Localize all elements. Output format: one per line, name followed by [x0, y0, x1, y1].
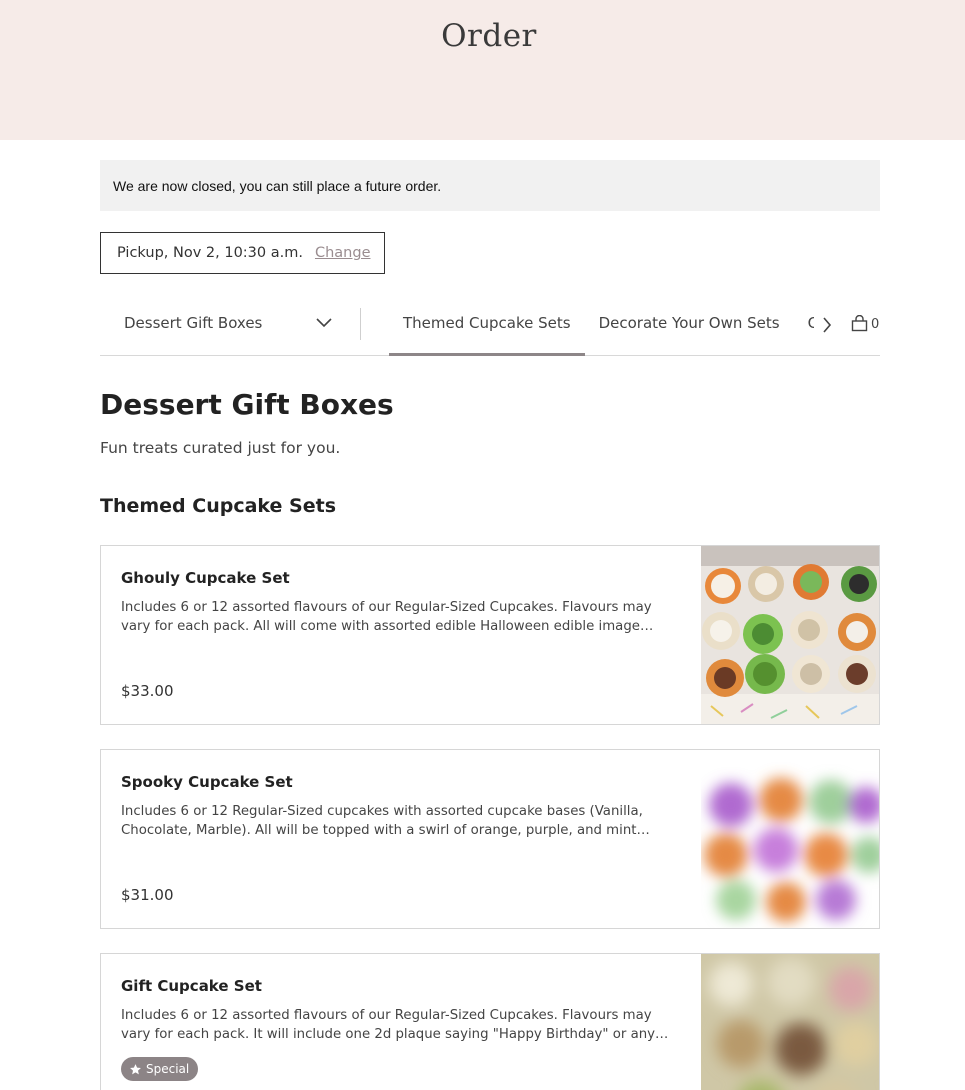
product-card-spooky-cupcake-set[interactable]: Spooky Cupcake Set Includes 6 or 12 Regu…	[100, 749, 880, 929]
tab-truncated[interactable]: C	[794, 294, 814, 356]
subsection-title: Themed Cupcake Sets	[100, 495, 337, 517]
product-price: $31.00	[121, 886, 174, 904]
section-description: Fun treats curated just for you.	[100, 439, 341, 457]
closed-notice-text: We are now closed, you can still place a…	[113, 178, 442, 194]
product-name: Spooky Cupcake Set	[121, 773, 293, 791]
tab-decorate-your-own-sets[interactable]: Decorate Your Own Sets	[585, 294, 794, 356]
product-image	[701, 546, 879, 724]
shopping-bag-icon	[851, 315, 868, 332]
chevron-right-icon[interactable]	[822, 317, 832, 333]
product-card-gift-cupcake-set[interactable]: Gift Cupcake Set Includes 6 or 12 assort…	[100, 953, 880, 1090]
product-card-ghouly-cupcake-set[interactable]: Ghouly Cupcake Set Includes 6 or 12 asso…	[100, 545, 880, 725]
section-title: Dessert Gift Boxes	[100, 388, 394, 421]
category-navigation: Dessert Gift Boxes Themed Cupcake Sets De…	[100, 294, 880, 356]
special-badge: Special	[121, 1057, 199, 1081]
category-tabs: Themed Cupcake Sets Decorate Your Own Set…	[389, 294, 814, 356]
star-icon	[130, 1063, 141, 1074]
cart-count: 0	[871, 317, 880, 332]
product-description: Includes 6 or 12 Regular-Sized cupcakes …	[121, 804, 643, 838]
page-header: Order	[0, 0, 965, 140]
nav-divider	[360, 308, 361, 340]
chevron-down-icon[interactable]	[316, 318, 332, 328]
page-title: Order	[441, 18, 537, 54]
product-price: $33.00	[121, 682, 174, 700]
closed-notice: We are now closed, you can still place a…	[100, 160, 880, 211]
product-description: Includes 6 or 12 assorted flavours of ou…	[121, 600, 652, 634]
product-image	[701, 750, 879, 928]
category-dropdown[interactable]: Dessert Gift Boxes	[124, 314, 262, 332]
cart-button[interactable]: 0	[851, 315, 881, 335]
tab-themed-cupcake-sets[interactable]: Themed Cupcake Sets	[389, 294, 585, 356]
badge-label: Special	[146, 1062, 190, 1076]
product-name: Gift Cupcake Set	[121, 977, 262, 995]
pickup-info-box: Pickup, Nov 2, 10:30 a.m. Change	[100, 232, 385, 274]
change-pickup-link[interactable]: Change	[315, 245, 371, 261]
product-image	[701, 954, 879, 1090]
product-description: Includes 6 or 12 assorted flavours of ou…	[121, 1008, 656, 1042]
pickup-label: Pickup, Nov 2, 10:30 a.m.	[117, 245, 303, 261]
product-name: Ghouly Cupcake Set	[121, 569, 290, 587]
